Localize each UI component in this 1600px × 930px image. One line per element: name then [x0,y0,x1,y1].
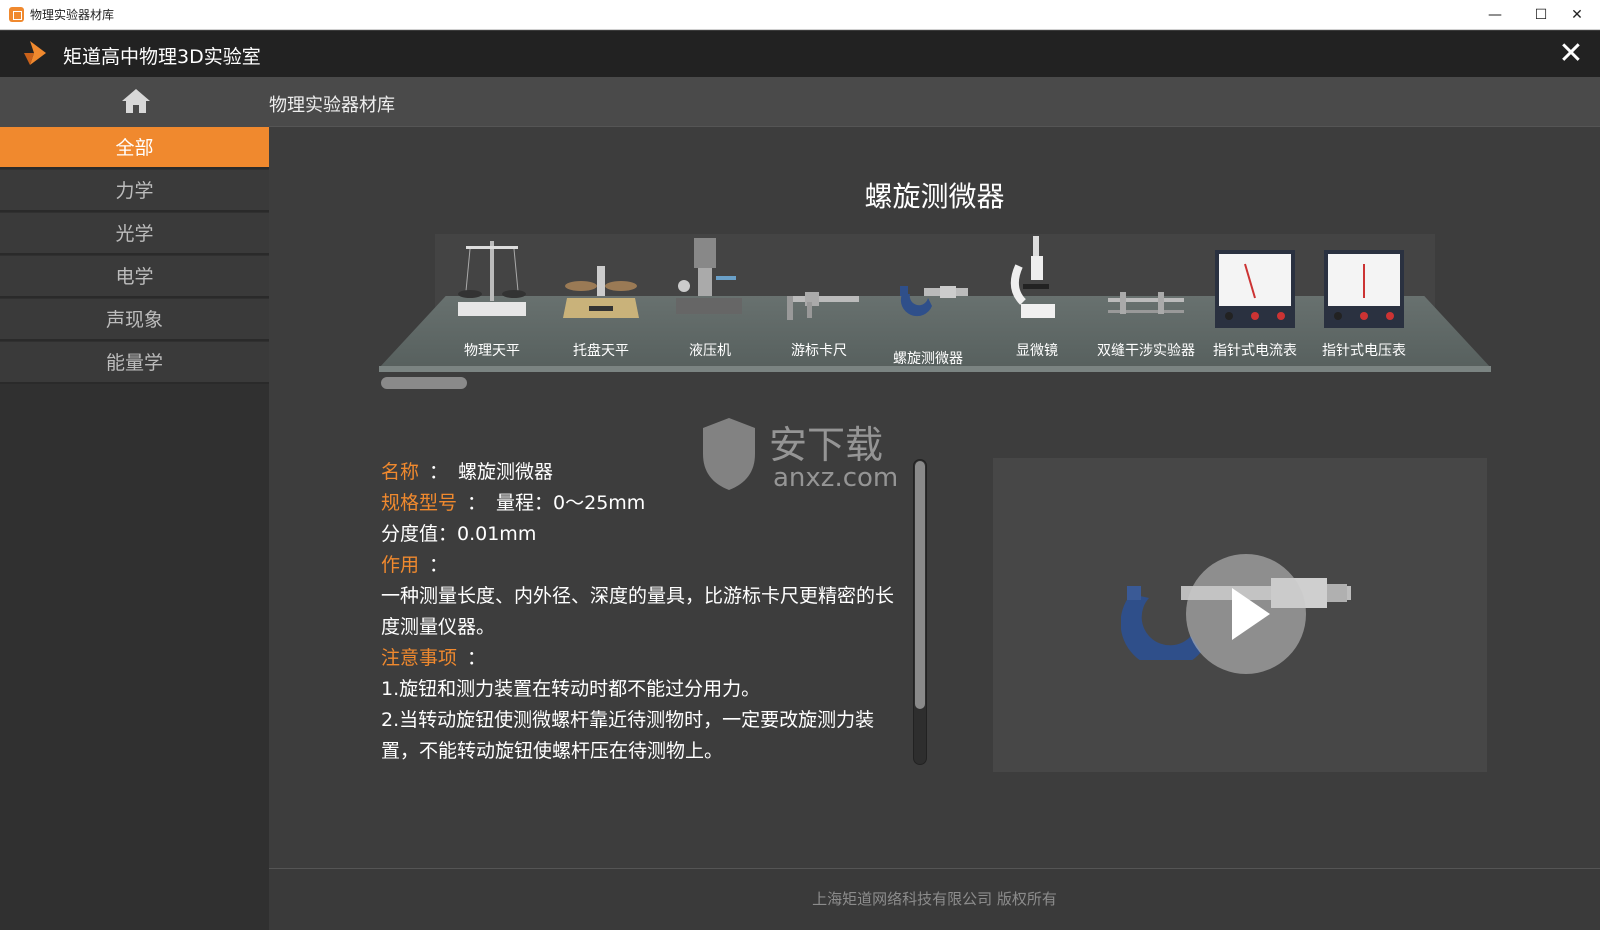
app-header: 矩道高中物理3D实验室 ✕ [0,31,1600,77]
info-name-row: 名称 ： 螺旋测微器 [381,457,901,488]
category-acoustics[interactable]: 声现象 [0,299,269,341]
equipment-label: 物理天平 [464,343,520,359]
usage-text: 一种测量长度、内外径、深度的量具，比游标卡尺更精密的长度测量仪器。 [381,585,895,638]
vertical-scrollbar[interactable] [913,459,927,765]
note-2: 2.当转动旋钮使测微螺杆靠近待测物时，一定要改旋测力装置，不能转动旋钮使螺杆压在… [381,709,875,762]
equipment-label: 指针式电流表 [1213,343,1297,359]
colon: ： [467,492,487,514]
equipment-label: 螺旋测微器 [893,351,963,367]
usage-label: 作用 [381,554,420,576]
division-value: 分度值：0.01mm [381,523,537,545]
equipment-info: 名称 ： 螺旋测微器 规格型号 ： 量程：0～25mm 分度值：0.01mm 作用 ： 一… [381,457,901,767]
colon: ： [467,647,487,669]
equipment-label: 液压机 [689,343,731,359]
os-title-bar: 物理实验器材库 — ☐ ✕ [0,0,1600,30]
scrollbar-thumb[interactable] [915,461,925,709]
category-optics[interactable]: 光学 [0,213,269,255]
selected-item-title: 螺旋测微器 [864,180,1005,213]
play-icon[interactable] [1186,554,1306,674]
double-slit-icon [1108,292,1184,314]
breadcrumb-title: 物理实验器材库 [269,95,395,116]
spec-value: 量程：0～25mm [496,492,646,514]
minimize-icon[interactable]: — [1472,0,1518,30]
footer: 上海矩道网络科技有限公司 版权所有 [269,868,1600,930]
name-label: 名称 [381,461,420,483]
info-spec-row: 规格型号 ： 量程：0～25mm [381,488,901,519]
name-value: 螺旋测微器 [458,461,554,483]
equipment-label: 指针式电压表 [1322,343,1406,359]
home-button[interactable] [0,77,269,127]
copyright-text: 上海矩道网络科技有限公司 版权所有 [812,890,1057,908]
main-panel: 螺旋测微器 物理天平 托盘天平 液压机 游标卡尺 螺旋测微器 显微镜 双缝干涉实… [269,127,1600,930]
app-title: 矩道高中物理3D实验室 [63,46,261,68]
balance-icon [458,241,526,316]
close-icon[interactable]: ✕ [1554,37,1588,71]
equipment-item[interactable]: 液压机 [655,234,765,369]
equipment-item[interactable]: 显微镜 [982,234,1092,369]
category-electricity[interactable]: 电学 [0,256,269,298]
tray-balance-icon [563,266,639,318]
home-icon [122,89,150,113]
spec-label: 规格型号 [381,492,458,514]
equipment-item[interactable]: 游标卡尺 [764,234,874,369]
equipment-label: 双缝干涉实验器 [1097,343,1195,359]
voltmeter-icon [1324,250,1404,328]
vernier-caliper-icon [787,292,859,320]
equipment-label: 托盘天平 [573,343,629,359]
colon: ： [429,461,449,483]
info-notes-row: 注意事项 ： [381,643,901,674]
equipment-item[interactable]: 指针式电压表 [1309,234,1419,369]
info-usage-row: 作用 ： [381,550,901,581]
window-title: 物理实验器材库 [30,8,115,22]
sidebar: 全部 力学 光学 电学 声现象 能量学 [0,77,269,930]
equipment-shelf: 物理天平 托盘天平 液压机 游标卡尺 螺旋测微器 显微镜 双缝干涉实验器 指针式… [379,234,1491,374]
category-energy[interactable]: 能量学 [0,342,269,384]
hydraulic-press-icon [676,238,742,314]
colon: ： [429,554,449,576]
equipment-item[interactable]: 指针式电流表 [1200,234,1310,369]
category-mechanics[interactable]: 力学 [0,170,269,212]
equipment-item[interactable]: 双缝干涉实验器 [1091,234,1201,369]
equipment-item[interactable]: 物理天平 [437,234,547,369]
equipment-item-selected[interactable]: 螺旋测微器 [873,234,983,369]
logo-icon [24,41,46,65]
video-preview[interactable] [993,458,1487,772]
microscope-icon [1010,236,1055,318]
breadcrumb: 物理实验器材库 [269,77,1600,127]
notes-label: 注意事项 [381,647,458,669]
app-window-icon [9,7,24,22]
micrometer-icon [900,286,968,317]
equipment-label: 游标卡尺 [791,343,847,359]
equipment-item[interactable]: 托盘天平 [546,234,656,369]
equipment-label: 显微镜 [1016,343,1058,359]
ammeter-icon [1215,250,1295,328]
note-1: 1.旋钮和测力装置在转动时都不能过分用力。 [381,678,761,700]
window-close-icon[interactable]: ✕ [1554,0,1600,30]
category-all[interactable]: 全部 [0,127,269,169]
horizontal-scrollbar[interactable] [381,377,467,389]
